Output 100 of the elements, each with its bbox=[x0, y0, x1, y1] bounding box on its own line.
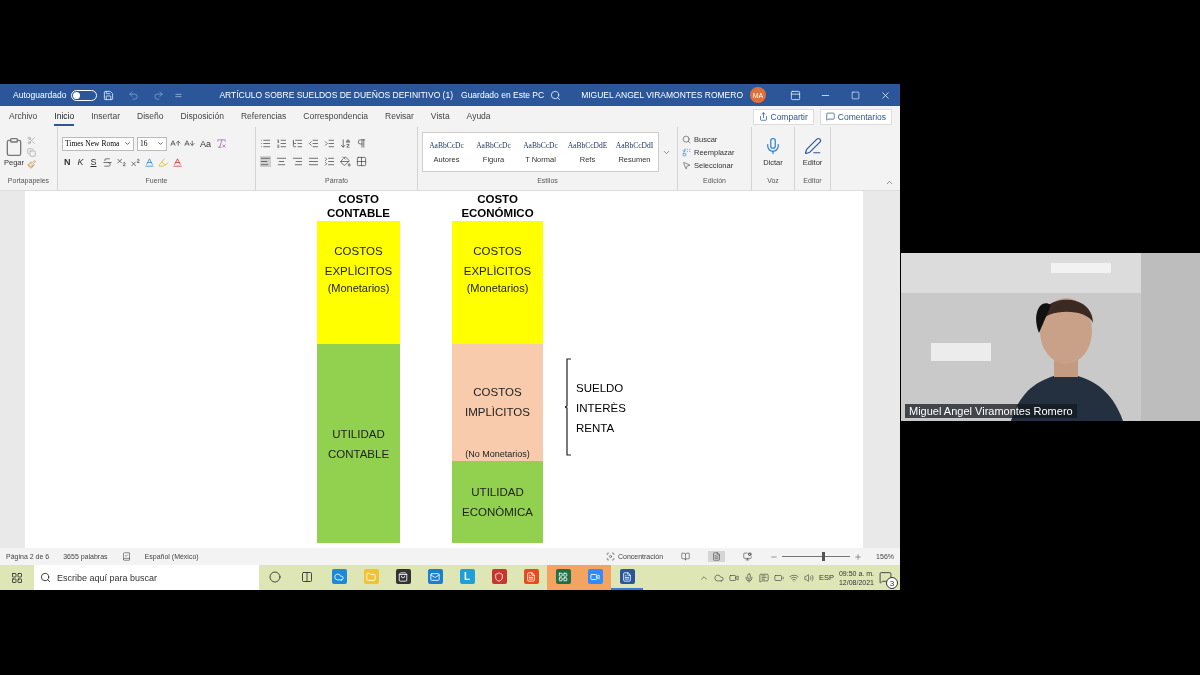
search-icon bbox=[40, 572, 51, 583]
search-icon[interactable] bbox=[550, 89, 562, 101]
menu-tab[interactable]: Vista bbox=[430, 107, 450, 126]
task-view-icon[interactable] bbox=[301, 570, 313, 583]
share-button[interactable]: Compartir bbox=[752, 108, 814, 125]
participant-name: Miguel Angel Viramontes Romero bbox=[905, 404, 1077, 418]
notifications-icon[interactable] bbox=[879, 571, 892, 584]
menu-tab[interactable]: Archivo bbox=[9, 107, 38, 126]
block-label: UTILIDAD CONTABLE bbox=[326, 426, 391, 462]
restore-icon[interactable] bbox=[850, 90, 860, 100]
document-title: ARTÍCULO SOBRE SUELDOS DE DUEÑOS DEFINITIVO (1) bbox=[219, 90, 453, 100]
bracket-icon bbox=[565, 358, 572, 456]
replace-icon[interactable] bbox=[682, 147, 691, 157]
search-icon[interactable] bbox=[682, 134, 691, 144]
user-name: MIGUEL ANGEL VIRAMONTES ROMERO bbox=[581, 90, 743, 100]
block-note: (No Monetarios) bbox=[465, 448, 530, 461]
undo-icon[interactable] bbox=[128, 89, 140, 101]
web-layout-icon[interactable] bbox=[743, 552, 753, 561]
bullets-icon[interactable] bbox=[260, 137, 271, 149]
taskbar-search-field[interactable]: Escribe aquí para buscar bbox=[34, 565, 259, 590]
subscript-icon[interactable] bbox=[115, 156, 127, 168]
increase-indent-icon[interactable] bbox=[324, 137, 335, 149]
change-case-button[interactable]: Aa bbox=[198, 138, 213, 149]
app-icon[interactable] bbox=[395, 569, 411, 584]
column-heading: COSTO CONTABLE bbox=[326, 192, 391, 221]
superscript-icon[interactable] bbox=[129, 156, 141, 168]
decrease-indent-icon[interactable] bbox=[308, 137, 319, 149]
align-left-icon[interactable] bbox=[260, 155, 271, 167]
zoom-slider-thumb[interactable] bbox=[821, 552, 825, 561]
menu-tab[interactable]: Insertar bbox=[91, 107, 120, 126]
notification-count: 3 bbox=[886, 577, 898, 589]
app-icon[interactable] bbox=[619, 569, 635, 584]
menu-tab[interactable]: Disposición bbox=[180, 107, 224, 126]
cortana-icon[interactable] bbox=[269, 570, 281, 583]
block-note: (Monetarios) bbox=[466, 281, 529, 295]
clear-format-icon[interactable] bbox=[216, 138, 227, 149]
multilevel-list-icon[interactable] bbox=[292, 137, 303, 149]
pen-icon[interactable] bbox=[803, 137, 822, 155]
sort-icon[interactable] bbox=[340, 137, 351, 149]
block-label: COSTOS EXPLÌCITOS bbox=[323, 244, 394, 279]
block-label: COSTOS IMPLÌCITOS bbox=[464, 385, 531, 420]
microphone-icon[interactable] bbox=[743, 572, 754, 583]
justify-icon[interactable] bbox=[308, 155, 319, 167]
share-icon bbox=[758, 112, 768, 121]
block-label: UTILIDAD ECONÒMICA bbox=[461, 485, 534, 520]
comment-icon bbox=[825, 112, 835, 121]
camera-icon[interactable] bbox=[728, 572, 739, 583]
paintbrush-icon[interactable] bbox=[27, 159, 36, 169]
wifi-icon[interactable] bbox=[788, 572, 799, 583]
bracket-item: RENTA bbox=[576, 422, 616, 434]
pointer-icon[interactable] bbox=[682, 160, 691, 170]
dropdown-caret-icon[interactable] bbox=[157, 140, 164, 147]
block-label: COSTOS EXPLÌCITOS bbox=[462, 244, 533, 279]
comments-button[interactable]: Comentarios bbox=[819, 108, 892, 125]
meet-icon[interactable] bbox=[758, 572, 769, 583]
align-right-icon[interactable] bbox=[292, 155, 303, 167]
bold-button[interactable]: N bbox=[62, 157, 73, 167]
cloud-icon[interactable] bbox=[713, 572, 724, 583]
bracket-item: INTERÈS bbox=[576, 402, 626, 414]
pilcrow-icon[interactable] bbox=[356, 137, 367, 149]
ribbon-display-icon[interactable] bbox=[789, 89, 801, 101]
text-effects-icon[interactable] bbox=[143, 156, 155, 168]
redo-icon[interactable] bbox=[153, 89, 165, 101]
grow-font-icon[interactable] bbox=[170, 138, 181, 149]
menu-tab[interactable]: Inicio bbox=[54, 107, 75, 126]
volume-icon[interactable] bbox=[803, 572, 814, 583]
menu-tab[interactable]: Referencias bbox=[240, 107, 287, 126]
shrink-font-icon[interactable] bbox=[184, 138, 195, 149]
numbering-icon[interactable] bbox=[276, 137, 287, 149]
align-center-icon[interactable] bbox=[276, 155, 287, 167]
print-layout-icon[interactable] bbox=[712, 552, 722, 561]
collapse-ribbon-icon[interactable] bbox=[885, 178, 894, 187]
battery-icon[interactable] bbox=[773, 572, 784, 583]
focus-icon[interactable] bbox=[605, 552, 615, 561]
menu-tab[interactable]: Revisar bbox=[385, 107, 414, 126]
save-icon[interactable] bbox=[103, 89, 115, 101]
menu-tab[interactable]: Correspondencia bbox=[303, 107, 369, 126]
column-heading: COSTO ECONÓMICO bbox=[460, 192, 535, 221]
menu-tab[interactable]: Diseño bbox=[137, 107, 164, 126]
start-icon[interactable] bbox=[11, 571, 23, 584]
autosave-label: Autoguardado bbox=[13, 90, 67, 100]
shading-icon[interactable] bbox=[340, 155, 351, 167]
close-icon[interactable] bbox=[879, 89, 891, 101]
read-mode-icon[interactable] bbox=[681, 552, 691, 561]
zoom-in-icon[interactable] bbox=[854, 552, 863, 561]
menu-tab[interactable]: Ayuda bbox=[466, 107, 491, 126]
bracket-item: SUELDO bbox=[576, 382, 625, 394]
line-spacing-icon[interactable] bbox=[324, 155, 335, 167]
scissors-icon[interactable] bbox=[27, 135, 36, 145]
clipboard-icon[interactable] bbox=[4, 137, 24, 157]
borders-icon[interactable] bbox=[356, 155, 367, 167]
dropdown-caret-icon[interactable] bbox=[124, 140, 131, 147]
underline-button[interactable]: S bbox=[88, 157, 99, 167]
italic-button[interactable]: K bbox=[75, 157, 86, 167]
proofing-icon[interactable] bbox=[121, 552, 131, 561]
block-note: (Monetarios) bbox=[327, 281, 390, 295]
microphone-icon[interactable] bbox=[764, 137, 782, 155]
strikethrough-icon[interactable] bbox=[101, 156, 113, 168]
font-color-icon[interactable] bbox=[171, 156, 183, 168]
save-status[interactable]: Guardado en Este PC bbox=[461, 90, 545, 100]
